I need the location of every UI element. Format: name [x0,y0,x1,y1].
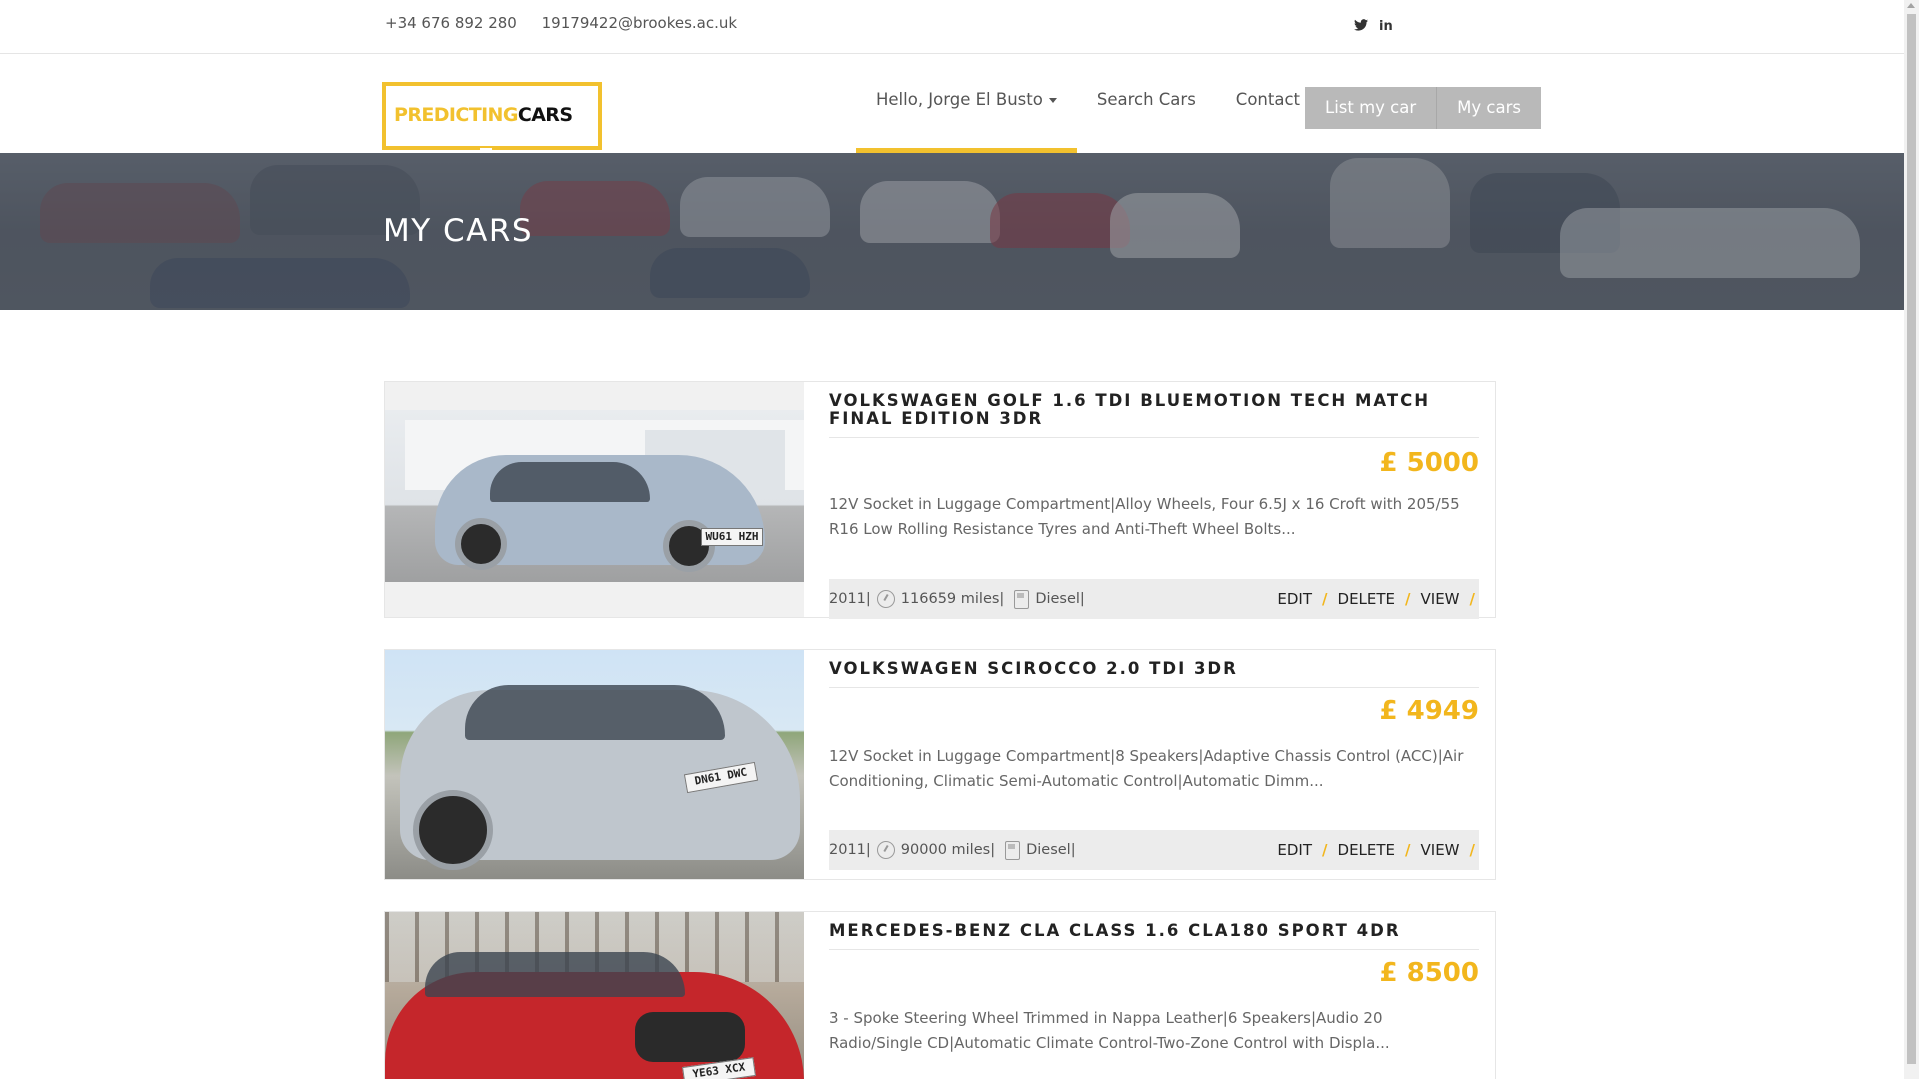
email-address: 19179422@brookes.ac.uk [541,14,738,32]
social-links: in [1354,19,1393,36]
car-fuel: Diesel| [1026,842,1076,858]
edit-link[interactable]: EDIT [1277,841,1312,859]
nav-menu: Hello, Jorge El Busto Search Cars Contac… [856,54,1320,153]
scrollbar-thumb[interactable] [1907,14,1916,1064]
nav-buttons: List my car My cars [1305,87,1541,129]
my-cars-button[interactable]: My cars [1436,87,1541,129]
car-title[interactable]: VOLKSWAGEN SCIROCCO 2.0 TDI 3DR [829,650,1479,688]
car-photo[interactable]: YE63 XCX [385,912,804,1079]
separator: / [1469,841,1475,859]
odometer-icon [876,841,895,859]
edit-link[interactable]: EDIT [1277,590,1312,608]
separator: / [1405,590,1411,608]
user-greeting: Hello, Jorge El Busto [876,90,1043,109]
fuel-pump-icon [1005,840,1021,860]
car-price: £ 8500 [1379,958,1479,988]
car-listing: WU61 HZH VOLKSWAGEN GOLF 1.6 TDI BLUEMOT… [384,381,1496,619]
nav-search-cars[interactable]: Search Cars [1077,50,1216,149]
car-listing: YE63 XCX MERCEDES-BENZ CLA CLASS 1.6 CLA… [384,911,1496,1079]
listing-meta-bar: 2011| 116659 miles| Diesel| EDIT / DELETE… [829,579,1479,619]
separator: / [1469,590,1475,608]
caret-down-icon [1048,98,1057,103]
logo-text-part1: PREDICTING [394,104,518,126]
site-logo[interactable]: PREDICTINGCARS [382,82,602,154]
car-description: 12V Socket in Luggage Compartment|8 Spea… [829,747,1464,790]
car-price: £ 4949 [1379,696,1479,726]
contact-info: +34 676 892 280 19179422@brookes.ac.uk [385,14,757,32]
listing-meta-bar: 2011| 90000 miles| Diesel| EDIT / DELETE /… [829,830,1479,870]
twitter-icon[interactable] [1354,19,1368,36]
car-mileage: 90000 miles| [900,842,996,858]
delete-link[interactable]: DELETE [1338,590,1396,608]
view-link[interactable]: VIEW [1421,590,1460,608]
car-photo[interactable]: WU61 HZH [385,382,804,617]
car-year: 2011| [829,591,871,607]
car-mileage: 116659 miles| [900,591,1005,607]
delete-link[interactable]: DELETE [1338,841,1396,859]
view-link[interactable]: VIEW [1421,841,1460,859]
car-price: £ 5000 [1379,448,1479,478]
car-title[interactable]: VOLKSWAGEN GOLF 1.6 TDI BLUEMOTION TECH … [829,382,1479,438]
car-description: 12V Socket in Luggage Compartment|Alloy … [829,495,1460,538]
separator: / [1405,841,1411,859]
list-my-car-button[interactable]: List my car [1305,87,1437,129]
vertical-scrollbar[interactable] [1904,0,1919,1079]
separator: / [1322,841,1328,859]
fuel-pump-icon [1014,589,1030,609]
main-navigation: PREDICTINGCARS Hello, Jorge El Busto Sea… [0,54,1904,154]
odometer-icon [876,590,895,608]
hero-banner: MY CARS [0,153,1904,310]
car-listing: DN61 DWC VOLKSWAGEN SCIROCCO 2.0 TDI 3DR… [384,649,1496,880]
separator: / [1322,590,1328,608]
page: +34 676 892 280 19179422@brookes.ac.uk i… [0,0,1904,1079]
car-photo[interactable]: DN61 DWC [385,650,804,879]
car-title[interactable]: MERCEDES-BENZ CLA CLASS 1.6 CLA180 SPORT… [829,912,1479,950]
scroll-up-icon[interactable] [1907,3,1915,8]
top-bar: +34 676 892 280 19179422@brookes.ac.uk i… [0,0,1904,54]
user-menu-dropdown[interactable]: Hello, Jorge El Busto [856,50,1077,153]
car-description: 3 - Spoke Steering Wheel Trimmed in Napp… [829,1009,1390,1052]
logo-text-part2: CARS [517,104,573,126]
linkedin-icon[interactable]: in [1379,19,1393,36]
page-title: MY CARS [383,213,534,249]
phone-number: +34 676 892 280 [385,14,517,32]
car-fuel: Diesel| [1035,591,1085,607]
car-year: 2011| [829,842,871,858]
license-plate: WU61 HZH [701,528,763,546]
